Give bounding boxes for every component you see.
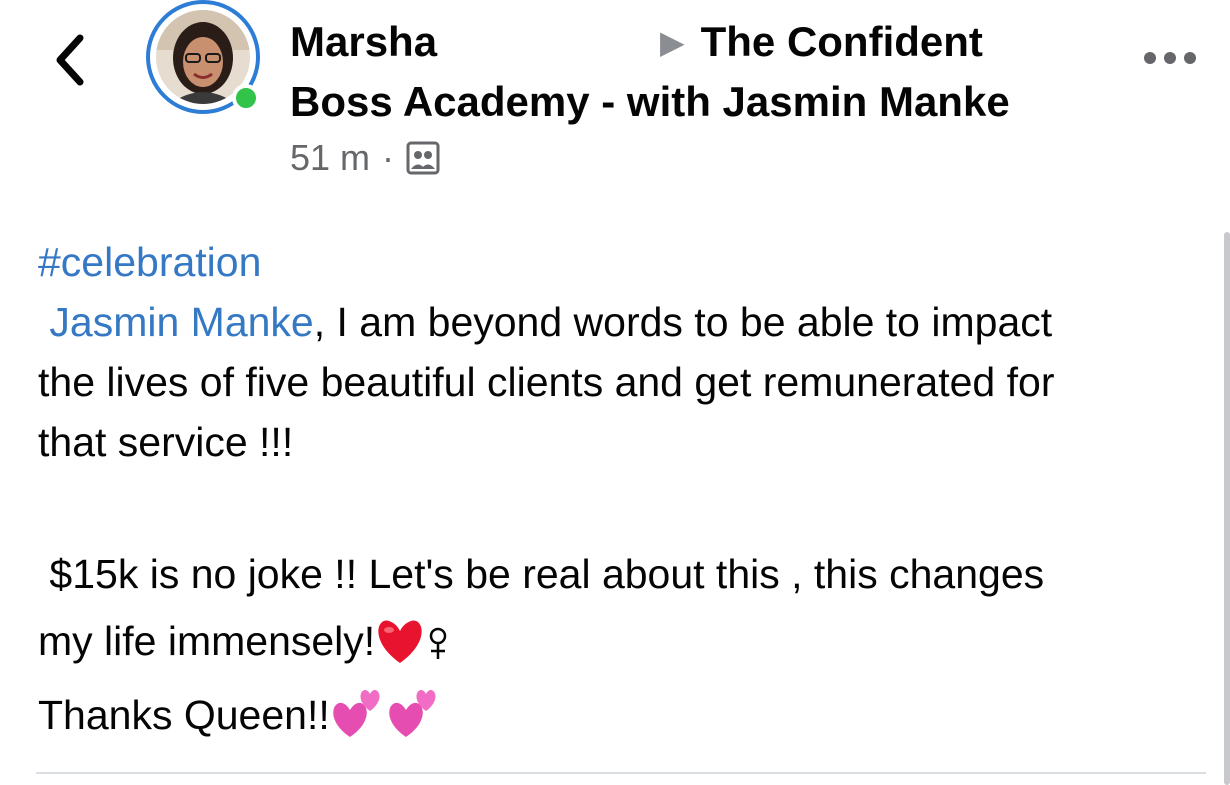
timestamp[interactable]: 51 m: [290, 136, 370, 180]
post-line-3: that service !!!: [38, 419, 294, 465]
dot: [1184, 52, 1196, 64]
two-hearts-emoji: [388, 689, 436, 737]
post-line-4: $15k is no joke !! Let's be real about t…: [49, 551, 1045, 597]
more-options-icon[interactable]: [1144, 48, 1196, 68]
post-line-6: Thanks Queen!!: [38, 692, 330, 738]
group-name-line1[interactable]: The Confident: [701, 18, 983, 65]
post-line-5: my life immensely!: [38, 618, 376, 664]
author-avatar[interactable]: [146, 0, 266, 120]
divider: [36, 772, 1206, 774]
post-line-1: , I am beyond words to be able to impact: [313, 299, 1053, 345]
group-name-line2[interactable]: Boss Academy - with Jasmin Manke: [290, 72, 1090, 132]
back-chevron-icon: [56, 34, 84, 86]
red-heart-emoji: [378, 620, 422, 663]
two-hearts-emoji: [332, 689, 380, 737]
meta-separator: ·: [382, 137, 395, 178]
mention-link[interactable]: Jasmin Manke: [49, 299, 313, 345]
dot: [1144, 52, 1156, 64]
post-text: #celebration Jasmin Manke, I am beyond w…: [38, 232, 1208, 752]
back-button[interactable]: [50, 32, 94, 88]
group-audience-icon: [406, 141, 440, 175]
post-line-2: the lives of five beautiful clients and …: [38, 359, 1055, 405]
scrollbar[interactable]: [1224, 232, 1230, 785]
online-status-icon: [232, 84, 260, 112]
post-meta: 51 m ·: [290, 136, 440, 180]
woman-symbol-icon: [429, 627, 447, 659]
dot: [1164, 52, 1176, 64]
post-header-title: Marsha ▶ The Confident Boss Academy - with…: [290, 12, 1090, 132]
group-arrow-icon: ▶: [660, 24, 685, 60]
author-name[interactable]: Marsha: [290, 12, 660, 72]
hashtag-link[interactable]: #celebration: [38, 239, 261, 285]
